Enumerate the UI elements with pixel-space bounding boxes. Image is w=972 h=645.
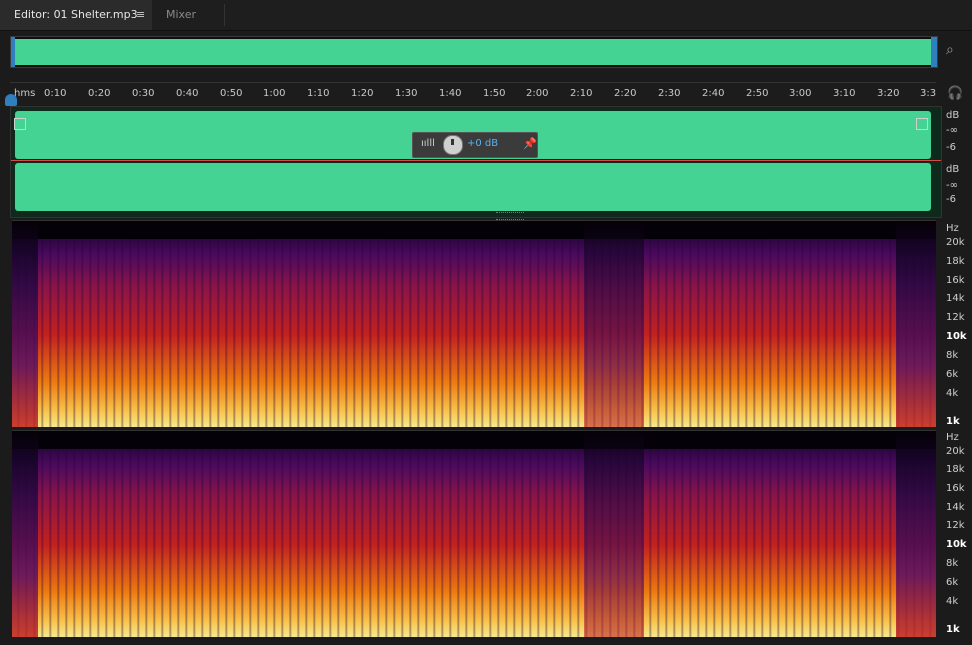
db-unit-label: dB	[946, 164, 960, 175]
ruler-tick: 2:40	[702, 88, 725, 99]
spectral-quiet-region	[896, 221, 936, 427]
hz-tick: 10k	[946, 539, 967, 550]
ruler-unit-label: hms	[14, 88, 36, 99]
overview-left-handle[interactable]	[11, 37, 15, 67]
tab-mixer[interactable]: Mixer	[154, 0, 224, 30]
channel-divider	[11, 160, 941, 161]
ruler-tick: 2:10	[570, 88, 593, 99]
waveform-display[interactable]	[10, 106, 942, 218]
hz-tick: 6k	[946, 577, 959, 588]
hz-tick: 10k	[946, 331, 967, 342]
ruler-tick: 2:20	[614, 88, 637, 99]
hz-tick: 6k	[946, 369, 959, 380]
hz-tick: 20k	[946, 446, 965, 457]
hz-tick: 1k	[946, 624, 960, 635]
spectral-quiet-region	[12, 431, 38, 637]
level-meter-icon: ıılll	[421, 138, 435, 149]
overview-waveform	[14, 39, 934, 65]
panel-splitter[interactable]	[496, 212, 524, 220]
ruler-tick: 3:3	[920, 88, 937, 99]
fade-in-handle[interactable]	[14, 118, 26, 130]
time-ruler[interactable]: hms 0:10 0:20 0:30 0:40 0:50 1:00 1:10 1…	[10, 82, 936, 105]
ruler-tick: 0:40	[176, 88, 199, 99]
hz-unit-label: Hz	[946, 432, 959, 443]
ruler-tick: 3:20	[877, 88, 900, 99]
hz-tick: 18k	[946, 256, 965, 267]
tab-separator	[224, 4, 225, 26]
ruler-tick: 1:50	[483, 88, 506, 99]
playhead-marker[interactable]	[5, 94, 17, 106]
ruler-tick: 2:00	[526, 88, 549, 99]
ruler-tick: 0:50	[220, 88, 243, 99]
hz-unit-label: Hz	[946, 223, 959, 234]
ruler-tick: 1:00	[263, 88, 286, 99]
spectral-texture	[12, 431, 936, 637]
hz-tick: 4k	[946, 388, 959, 399]
knob-indicator	[451, 139, 454, 145]
tab-bar: Editor: 01 Shelter.mp3 ≡ Mixer	[0, 0, 972, 31]
ruler-tick: 1:40	[439, 88, 462, 99]
tab-editor[interactable]: Editor: 01 Shelter.mp3 ≡	[0, 0, 152, 30]
volume-hud[interactable]: ıılll +0 dB 📌	[412, 132, 538, 158]
hz-tick: 12k	[946, 520, 965, 531]
db-unit-label: dB	[946, 110, 960, 121]
overview-right-handle[interactable]	[931, 37, 937, 67]
db-tick: -∞	[946, 125, 958, 136]
db-tick: -6	[946, 194, 956, 205]
ruler-tick: 1:30	[395, 88, 418, 99]
spectral-quiet-region	[584, 431, 644, 637]
hz-tick: 16k	[946, 483, 965, 494]
spectral-top-band	[12, 221, 936, 239]
ruler-tick: 0:30	[132, 88, 155, 99]
headphone-icon[interactable]: 🎧	[947, 86, 963, 101]
overview-navigator[interactable]	[10, 36, 938, 68]
hz-tick: 4k	[946, 596, 959, 607]
hz-tick: 8k	[946, 558, 959, 569]
spectral-quiet-region	[584, 221, 644, 427]
ruler-tick: 1:10	[307, 88, 330, 99]
spectral-texture	[12, 221, 936, 427]
ruler-tick: 3:10	[833, 88, 856, 99]
db-tick: -6	[946, 142, 956, 153]
hz-tick: 14k	[946, 293, 965, 304]
spectral-quiet-region	[896, 431, 936, 637]
panel-menu-icon[interactable]: ≡	[136, 8, 145, 21]
hz-tick: 12k	[946, 312, 965, 323]
hz-tick: 20k	[946, 237, 965, 248]
hz-tick: 1k	[946, 416, 960, 427]
ruler-tick: 3:00	[789, 88, 812, 99]
hz-tick: 16k	[946, 275, 965, 286]
spectral-quiet-region	[12, 221, 38, 427]
volume-value[interactable]: +0 dB	[467, 138, 498, 149]
spectral-display-right[interactable]	[12, 430, 936, 637]
waveform-channel-right	[15, 163, 931, 211]
ruler-tick: 0:10	[44, 88, 67, 99]
hz-tick: 8k	[946, 350, 959, 361]
spectral-top-band	[12, 431, 936, 449]
zoom-icon[interactable]: ⌕	[946, 42, 954, 58]
ruler-tick: 1:20	[351, 88, 374, 99]
pin-icon[interactable]: 📌	[523, 137, 537, 150]
spectral-display-left[interactable]	[12, 220, 936, 427]
hz-tick: 18k	[946, 464, 965, 475]
tab-editor-label: Editor: 01 Shelter.mp3	[14, 8, 138, 21]
fade-out-handle[interactable]	[916, 118, 928, 130]
ruler-tick: 0:20	[88, 88, 111, 99]
hz-tick: 14k	[946, 502, 965, 513]
ruler-tick: 2:50	[746, 88, 769, 99]
tab-mixer-label: Mixer	[166, 8, 197, 21]
volume-knob[interactable]	[443, 135, 463, 155]
ruler-tick: 2:30	[658, 88, 681, 99]
db-tick: -∞	[946, 180, 958, 191]
